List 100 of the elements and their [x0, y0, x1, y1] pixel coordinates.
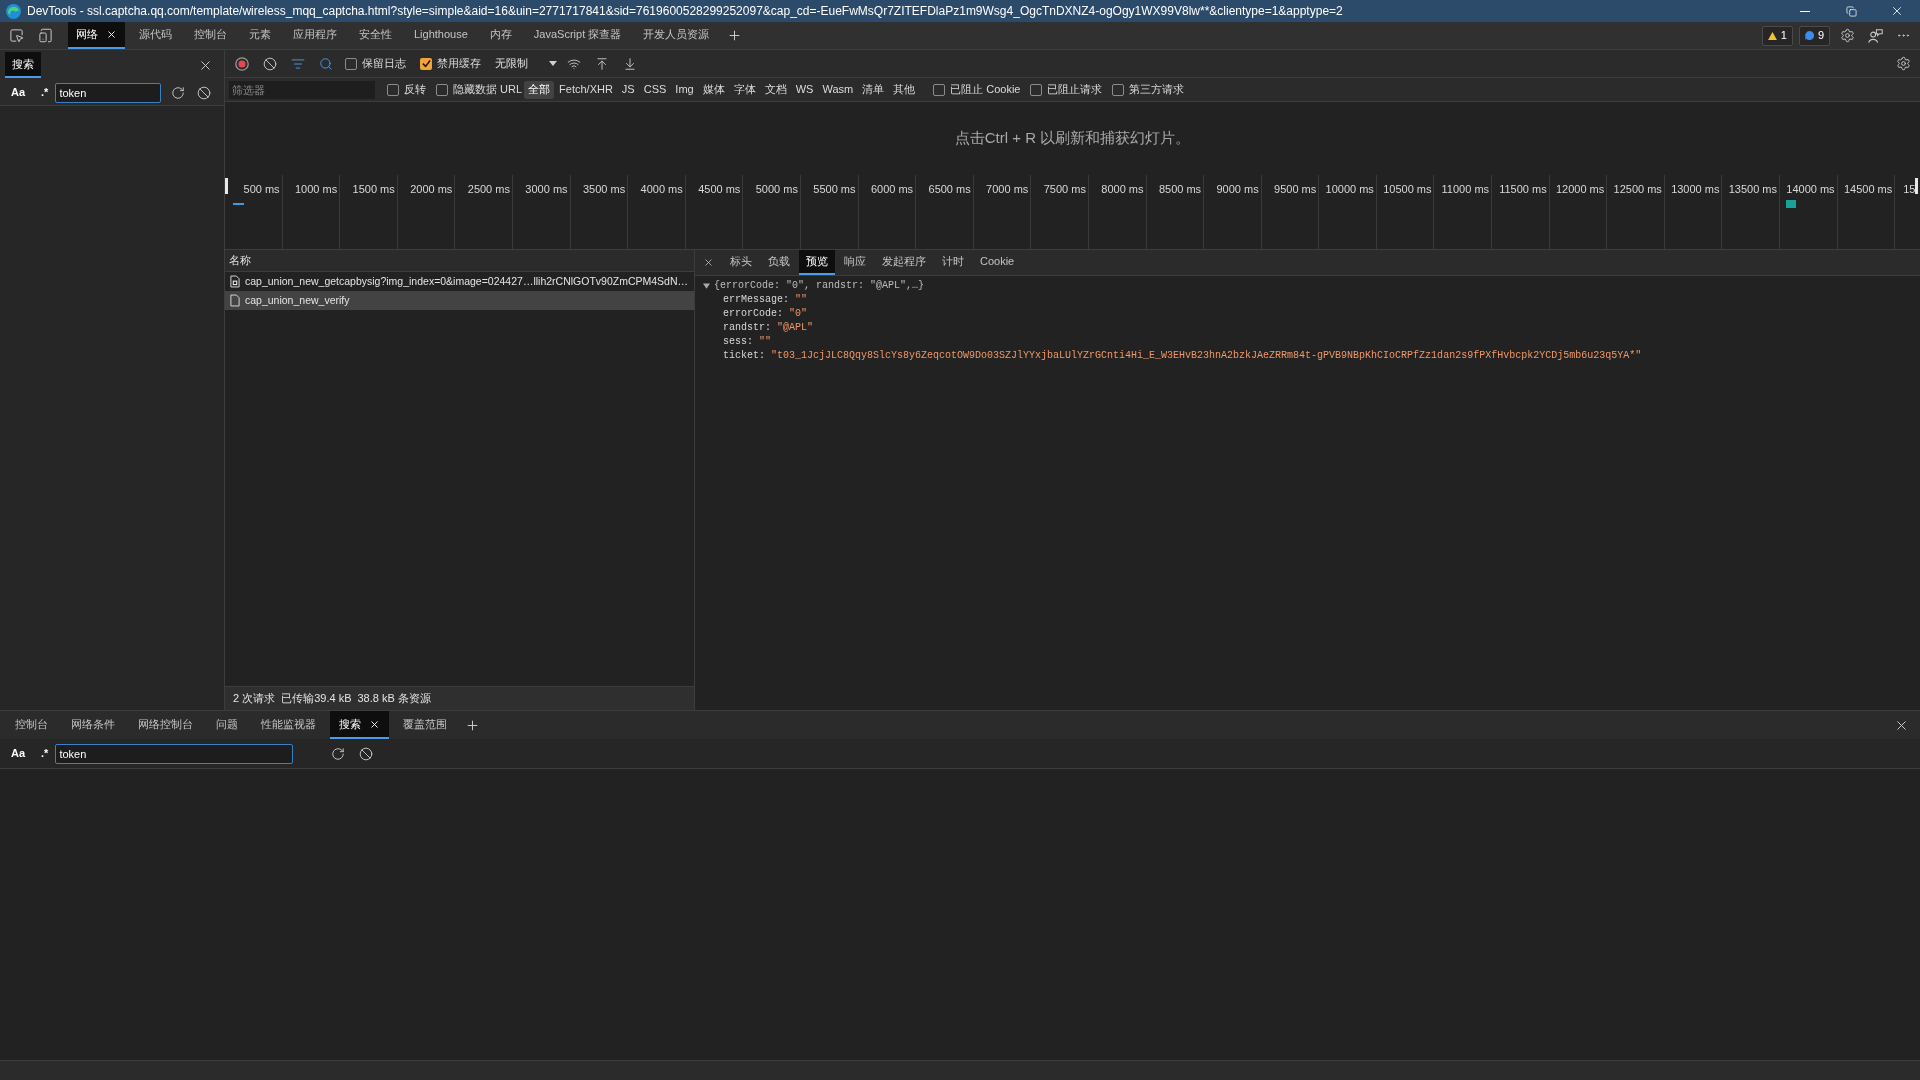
settings-icon — [1895, 56, 1911, 71]
tab[interactable]: 问题 — [207, 711, 247, 739]
object-summary: {errorCode: "0", randstr: "@APL",…} — [714, 279, 925, 293]
request-row[interactable]: cap_union_new_verify — [225, 291, 694, 310]
time-tick-label: 1500 ms — [352, 182, 395, 195]
tab[interactable]: 开发人员资源 — [635, 22, 718, 49]
time-tick-label: 1000 ms — [295, 182, 338, 195]
time-tick-label: 2000 ms — [410, 182, 453, 195]
property-name: randstr: — [723, 321, 771, 335]
type-filter[interactable]: CSS — [639, 80, 671, 99]
type-filter[interactable]: 全部 — [524, 80, 555, 99]
settings-icon — [1839, 28, 1855, 43]
property-value: "0" — [789, 307, 808, 321]
checkbox-label: 已阻止 Cookie — [950, 82, 1021, 98]
time-tick-label: 6000 ms — [870, 182, 914, 195]
export-icon — [623, 56, 637, 71]
time-tick-label: 3500 ms — [582, 182, 626, 195]
time-tick-label: 9500 ms — [1274, 182, 1317, 195]
tab[interactable]: 计时 — [935, 250, 971, 275]
checkbox-label: 保留日志 — [362, 56, 406, 72]
checkbox[interactable] — [420, 57, 432, 70]
device-toolbar-icon — [37, 28, 53, 43]
issue-counter[interactable]: 1 — [1761, 25, 1793, 46]
time-tick-label: 4500 ms — [698, 182, 741, 195]
type-filter[interactable]: 清单 — [858, 80, 889, 99]
tab[interactable]: 响应 — [837, 250, 873, 275]
search-icon — [319, 56, 333, 71]
tab[interactable]: 性能监视器 — [252, 711, 325, 739]
restore-icon — [1845, 5, 1857, 17]
time-tick-label: 14500 ms — [1843, 182, 1893, 195]
tab[interactable]: 控制台 — [6, 711, 57, 739]
refresh-icon — [171, 85, 186, 100]
issue-counter[interactable]: 9 — [1798, 25, 1830, 46]
type-filter[interactable]: Fetch/XHR — [555, 80, 617, 99]
time-tick-label: 13000 ms — [1671, 182, 1720, 195]
close-icon[interactable] — [369, 718, 380, 730]
request-row[interactable]: cap_union_new_getcapbysig?img_index=0&image=024427…llih2rCNlGOTv90ZmCPM4SdN… — [225, 272, 694, 291]
tab[interactable]: Lighthouse — [406, 22, 476, 49]
range-handle[interactable] — [1915, 178, 1918, 194]
tab[interactable]: 发起程序 — [875, 250, 933, 275]
type-filter[interactable]: Wasm — [818, 80, 858, 99]
time-tick-label: 5500 ms — [813, 182, 856, 195]
type-filter[interactable]: Img — [671, 80, 698, 99]
checkbox[interactable] — [387, 83, 399, 96]
type-filter[interactable]: 其他 — [889, 80, 920, 99]
tab[interactable]: 元素 — [241, 22, 279, 49]
search-field[interactable]: token — [55, 743, 294, 764]
expand-triangle-icon[interactable] — [703, 283, 710, 289]
close-icon[interactable] — [106, 29, 117, 40]
type-filter[interactable]: WS — [791, 80, 818, 99]
checkbox[interactable] — [345, 57, 357, 70]
type-filter[interactable]: 媒体 — [698, 80, 729, 99]
time-tick-label: 8000 ms — [1101, 182, 1144, 195]
timing-bar — [1786, 200, 1796, 208]
filter-field[interactable]: 筛选器 — [229, 80, 375, 99]
checkbox-label: 禁用缓存 — [437, 56, 481, 72]
time-tick-label: 12500 ms — [1613, 182, 1662, 195]
tab[interactable]: 控制台 — [186, 22, 235, 49]
time-tick-label: 500 ms — [243, 182, 280, 195]
match-case-button[interactable]: Aa — [8, 745, 29, 762]
type-filter[interactable]: 文档 — [760, 80, 791, 99]
checkbox[interactable] — [1112, 83, 1125, 96]
tab[interactable]: 预览 — [799, 250, 835, 275]
tab[interactable]: 网络 — [68, 22, 125, 49]
type-filter[interactable]: 字体 — [729, 80, 760, 99]
inspect-icon — [8, 28, 24, 43]
tab[interactable]: 搜索 — [330, 711, 389, 739]
regex-button[interactable]: .* — [38, 84, 52, 101]
tab[interactable]: 网络控制台 — [129, 711, 202, 739]
type-filter[interactable]: JS — [617, 80, 639, 99]
tab[interactable]: Cookie — [973, 250, 1022, 275]
tab[interactable]: 内存 — [481, 22, 520, 49]
tab[interactable]: 源代码 — [131, 22, 180, 49]
checkbox-label: 已阻止请求 — [1047, 82, 1103, 98]
property-name: errMessage: — [723, 293, 789, 307]
time-tick-label: 15 — [1903, 183, 1916, 195]
checkbox[interactable] — [933, 83, 946, 96]
filter-icon — [291, 56, 305, 71]
checkmark-icon — [421, 59, 431, 68]
property-name: ticket: — [723, 349, 765, 363]
reload-hint: 点击Ctrl + R 以刷新和捕获幻灯片。 — [954, 128, 1191, 149]
tab[interactable]: 网络条件 — [62, 711, 124, 739]
tab[interactable]: 标头 — [723, 250, 759, 275]
checkbox[interactable] — [1030, 83, 1043, 96]
tab[interactable]: 安全性 — [351, 22, 400, 49]
clear-icon — [197, 85, 212, 100]
tab[interactable]: 负载 — [761, 250, 797, 275]
time-tick-label: 10500 ms — [1383, 182, 1432, 195]
tab[interactable]: JavaScript 探查器 — [525, 22, 630, 49]
status-text: 2 次请求 — [233, 691, 276, 707]
tab[interactable]: 应用程序 — [285, 22, 345, 49]
tab[interactable]: 覆盖范围 — [394, 711, 456, 739]
regex-button[interactable]: .* — [38, 745, 52, 762]
range-handle[interactable] — [225, 178, 228, 194]
checkbox[interactable] — [436, 83, 448, 96]
tab[interactable]: 搜索 — [5, 52, 41, 78]
throttling-select[interactable]: 无限制 — [495, 53, 557, 74]
search-field[interactable]: token — [55, 82, 162, 103]
match-case-button[interactable]: Aa — [8, 84, 29, 101]
time-tick-label: 4000 ms — [640, 182, 683, 195]
